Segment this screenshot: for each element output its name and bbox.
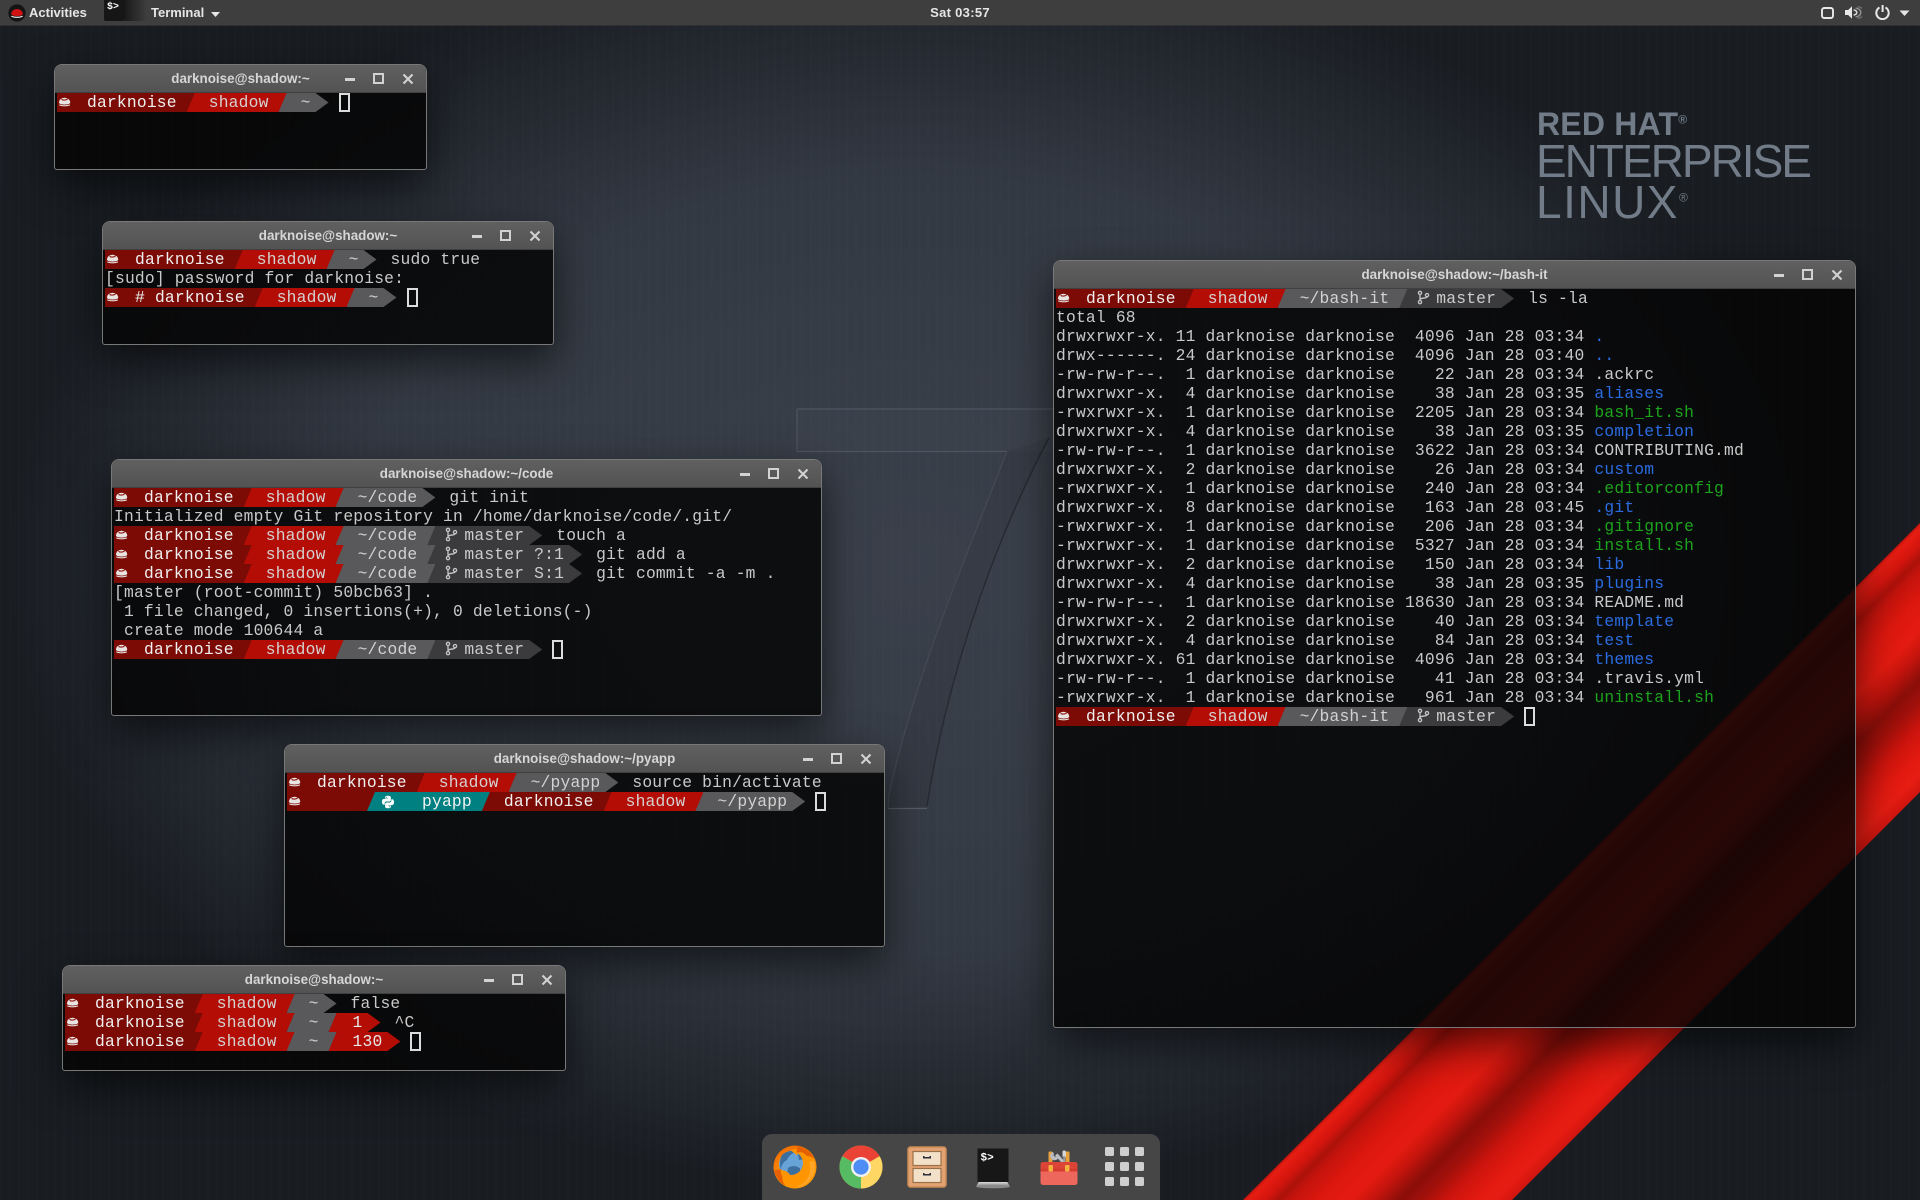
svg-text:$>: $> (981, 1153, 995, 1165)
